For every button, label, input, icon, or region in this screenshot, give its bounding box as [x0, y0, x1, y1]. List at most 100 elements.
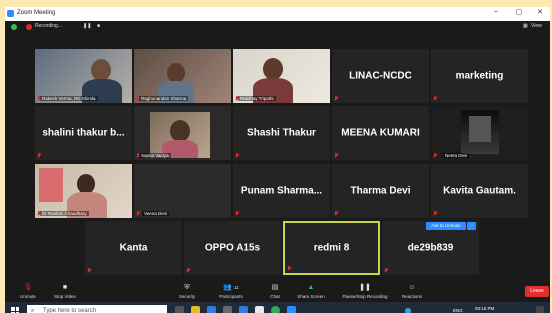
- participant-name: Tharma Devi: [350, 185, 411, 197]
- ask-to-unmute-button[interactable]: Ask to Unmute: [426, 222, 466, 230]
- zoom-window: Zoom Meeting – ▢ ✕ Recording... ❚❚ ■ ▦ V…: [5, 7, 550, 313]
- view-grid-icon[interactable]: ▦: [523, 23, 528, 29]
- view-button[interactable]: View: [531, 23, 542, 29]
- muted-mic-icon: [136, 211, 141, 216]
- participant-name: Punam Sharma...: [240, 185, 323, 197]
- search-placeholder: Type here to search: [43, 308, 97, 313]
- zoom-logo-icon: [7, 10, 14, 17]
- clock[interactable]: 03:16 PM: [475, 306, 494, 311]
- window-title: Zoom Meeting: [17, 10, 56, 16]
- muted-mic-icon: [433, 211, 438, 216]
- smiley-icon: ☺: [408, 284, 416, 291]
- stop-recording-icon[interactable]: ■: [97, 23, 100, 29]
- recording-icon: [26, 24, 32, 30]
- maximize-button[interactable]: ▢: [512, 8, 526, 16]
- unmute-button[interactable]: 🎙 Unmute: [13, 284, 43, 299]
- taskbar-search-box[interactable]: ⌕ Type here to search: [27, 305, 167, 313]
- muted-mic-icon: [334, 153, 339, 158]
- shield-icon: ⛨: [184, 284, 190, 291]
- name-tile[interactable]: shalini thakur b...: [35, 106, 132, 160]
- stop-video-label: Stop Video: [54, 294, 76, 299]
- video-tile[interactable]: Dr Rashmi Chaudhary: [35, 164, 132, 218]
- close-button[interactable]: ✕: [533, 8, 547, 16]
- participants-label: Participants: [219, 294, 243, 299]
- participant-name: shalini thakur b...: [42, 127, 125, 139]
- reactions-button[interactable]: ☺ Reactions: [397, 284, 427, 299]
- leave-button[interactable]: Leave: [525, 286, 549, 297]
- edge-icon[interactable]: [239, 306, 248, 313]
- pause-stop-recording-button[interactable]: ❚❚ Pause/Stop Recording: [335, 284, 395, 299]
- name-tile[interactable]: MEENA KUMARI: [332, 106, 429, 160]
- video-tile[interactable]: Rakesh Verma, RD Shimla: [35, 49, 132, 103]
- name-tile[interactable]: Punam Sharma...: [233, 164, 330, 218]
- participant-name: redmi 8: [313, 242, 350, 254]
- muted-mic-icon: [87, 268, 92, 273]
- file-explorer-icon[interactable]: [191, 306, 200, 313]
- participant-name: Veena Devi: [142, 211, 170, 216]
- video-tile[interactable]: Sapna Vaidya: [134, 106, 231, 160]
- participant-name: Dr Rashmi Chaudhary: [40, 211, 89, 216]
- meeting-toolbar: 🎙 Unmute ■ Stop Video ⛨ Security 👥 11 Pa…: [5, 282, 550, 302]
- video-tile[interactable]: Neeta Devi: [431, 106, 528, 160]
- pause-recording-icon[interactable]: ❚❚: [83, 23, 91, 29]
- participant-name: Rakshay Tripathi: [238, 96, 276, 101]
- active-speaker-tile[interactable]: redmi 8: [283, 221, 380, 275]
- muted-mic-icon: [235, 211, 240, 216]
- minimize-button[interactable]: –: [489, 8, 503, 15]
- muted-mic-icon: [384, 268, 389, 273]
- task-view-icon[interactable]: [175, 306, 184, 313]
- participant-name: Shashi Thakur: [247, 127, 316, 139]
- name-tile[interactable]: LINAC-NCDC: [332, 49, 429, 103]
- chrome-icon[interactable]: [271, 306, 280, 313]
- video-tile[interactable]: Veena Devi: [134, 164, 231, 218]
- participants-icon: 👥 11: [223, 284, 239, 291]
- muted-mic-icon: [235, 153, 240, 158]
- chat-label: Chat: [270, 294, 280, 299]
- video-tile[interactable]: Raghunandan Sharma: [134, 49, 231, 103]
- participant-name: Kavita Gautam.: [443, 185, 516, 197]
- windows-taskbar: ⌕ Type here to search ENG 03:16 PM: [5, 302, 550, 313]
- participant-name: MEENA KUMARI: [341, 127, 420, 139]
- unmute-label: Unmute: [20, 294, 36, 299]
- app-icon[interactable]: [255, 306, 264, 313]
- participant-name: Raghunandan Sharma: [139, 96, 189, 101]
- name-tile[interactable]: Kavita Gautam.: [431, 164, 528, 218]
- zoom-taskbar-icon[interactable]: [287, 306, 296, 313]
- share-screen-button[interactable]: ▲ Share Screen: [293, 284, 329, 299]
- video-camera-icon: ■: [62, 284, 68, 291]
- muted-mic-icon: [433, 96, 438, 101]
- tray-icon[interactable]: [405, 308, 411, 313]
- participants-button[interactable]: 👥 11 Participants: [213, 284, 249, 299]
- participant-name: OPPO A15s: [204, 242, 261, 254]
- reactions-label: Reactions: [401, 294, 422, 299]
- name-tile[interactable]: Kanta: [85, 221, 182, 275]
- recording-status: Recording...: [35, 23, 62, 29]
- name-tile[interactable]: Tharma Devi: [332, 164, 429, 218]
- microphone-muted-icon: 🎙: [23, 284, 33, 291]
- app-icon[interactable]: [223, 306, 232, 313]
- participant-name: de29b839: [407, 242, 454, 254]
- title-bar: Zoom Meeting – ▢ ✕: [5, 7, 550, 21]
- windows-start-icon[interactable]: [11, 307, 19, 313]
- muted-mic-icon: [334, 211, 339, 216]
- muted-mic-icon: [433, 153, 438, 158]
- name-tile[interactable]: Shashi Thakur: [233, 106, 330, 160]
- language-indicator[interactable]: ENG: [453, 308, 463, 313]
- security-button[interactable]: ⛨ Security: [172, 284, 202, 299]
- notifications-icon[interactable]: [536, 306, 544, 313]
- participants-count: 11: [234, 285, 239, 290]
- meeting-top-bar: Recording... ❚❚ ■ ▦ View: [5, 21, 550, 33]
- chat-button[interactable]: ▤ Chat: [263, 284, 287, 299]
- video-tile[interactable]: Rakshay Tripathi: [233, 49, 330, 103]
- chat-bubble-icon: ▤: [271, 284, 279, 291]
- muted-mic-icon: [186, 268, 191, 273]
- more-options-button[interactable]: ···: [467, 222, 476, 230]
- muted-mic-icon: [287, 266, 292, 271]
- mail-icon[interactable]: [207, 306, 216, 313]
- participant-name: Kanta: [119, 242, 148, 254]
- participant-name: marketing: [455, 70, 504, 82]
- name-tile[interactable]: OPPO A15s: [184, 221, 281, 275]
- encryption-shield-icon[interactable]: [11, 24, 17, 30]
- stop-video-button[interactable]: ■ Stop Video: [49, 284, 81, 299]
- name-tile[interactable]: marketing: [431, 49, 528, 103]
